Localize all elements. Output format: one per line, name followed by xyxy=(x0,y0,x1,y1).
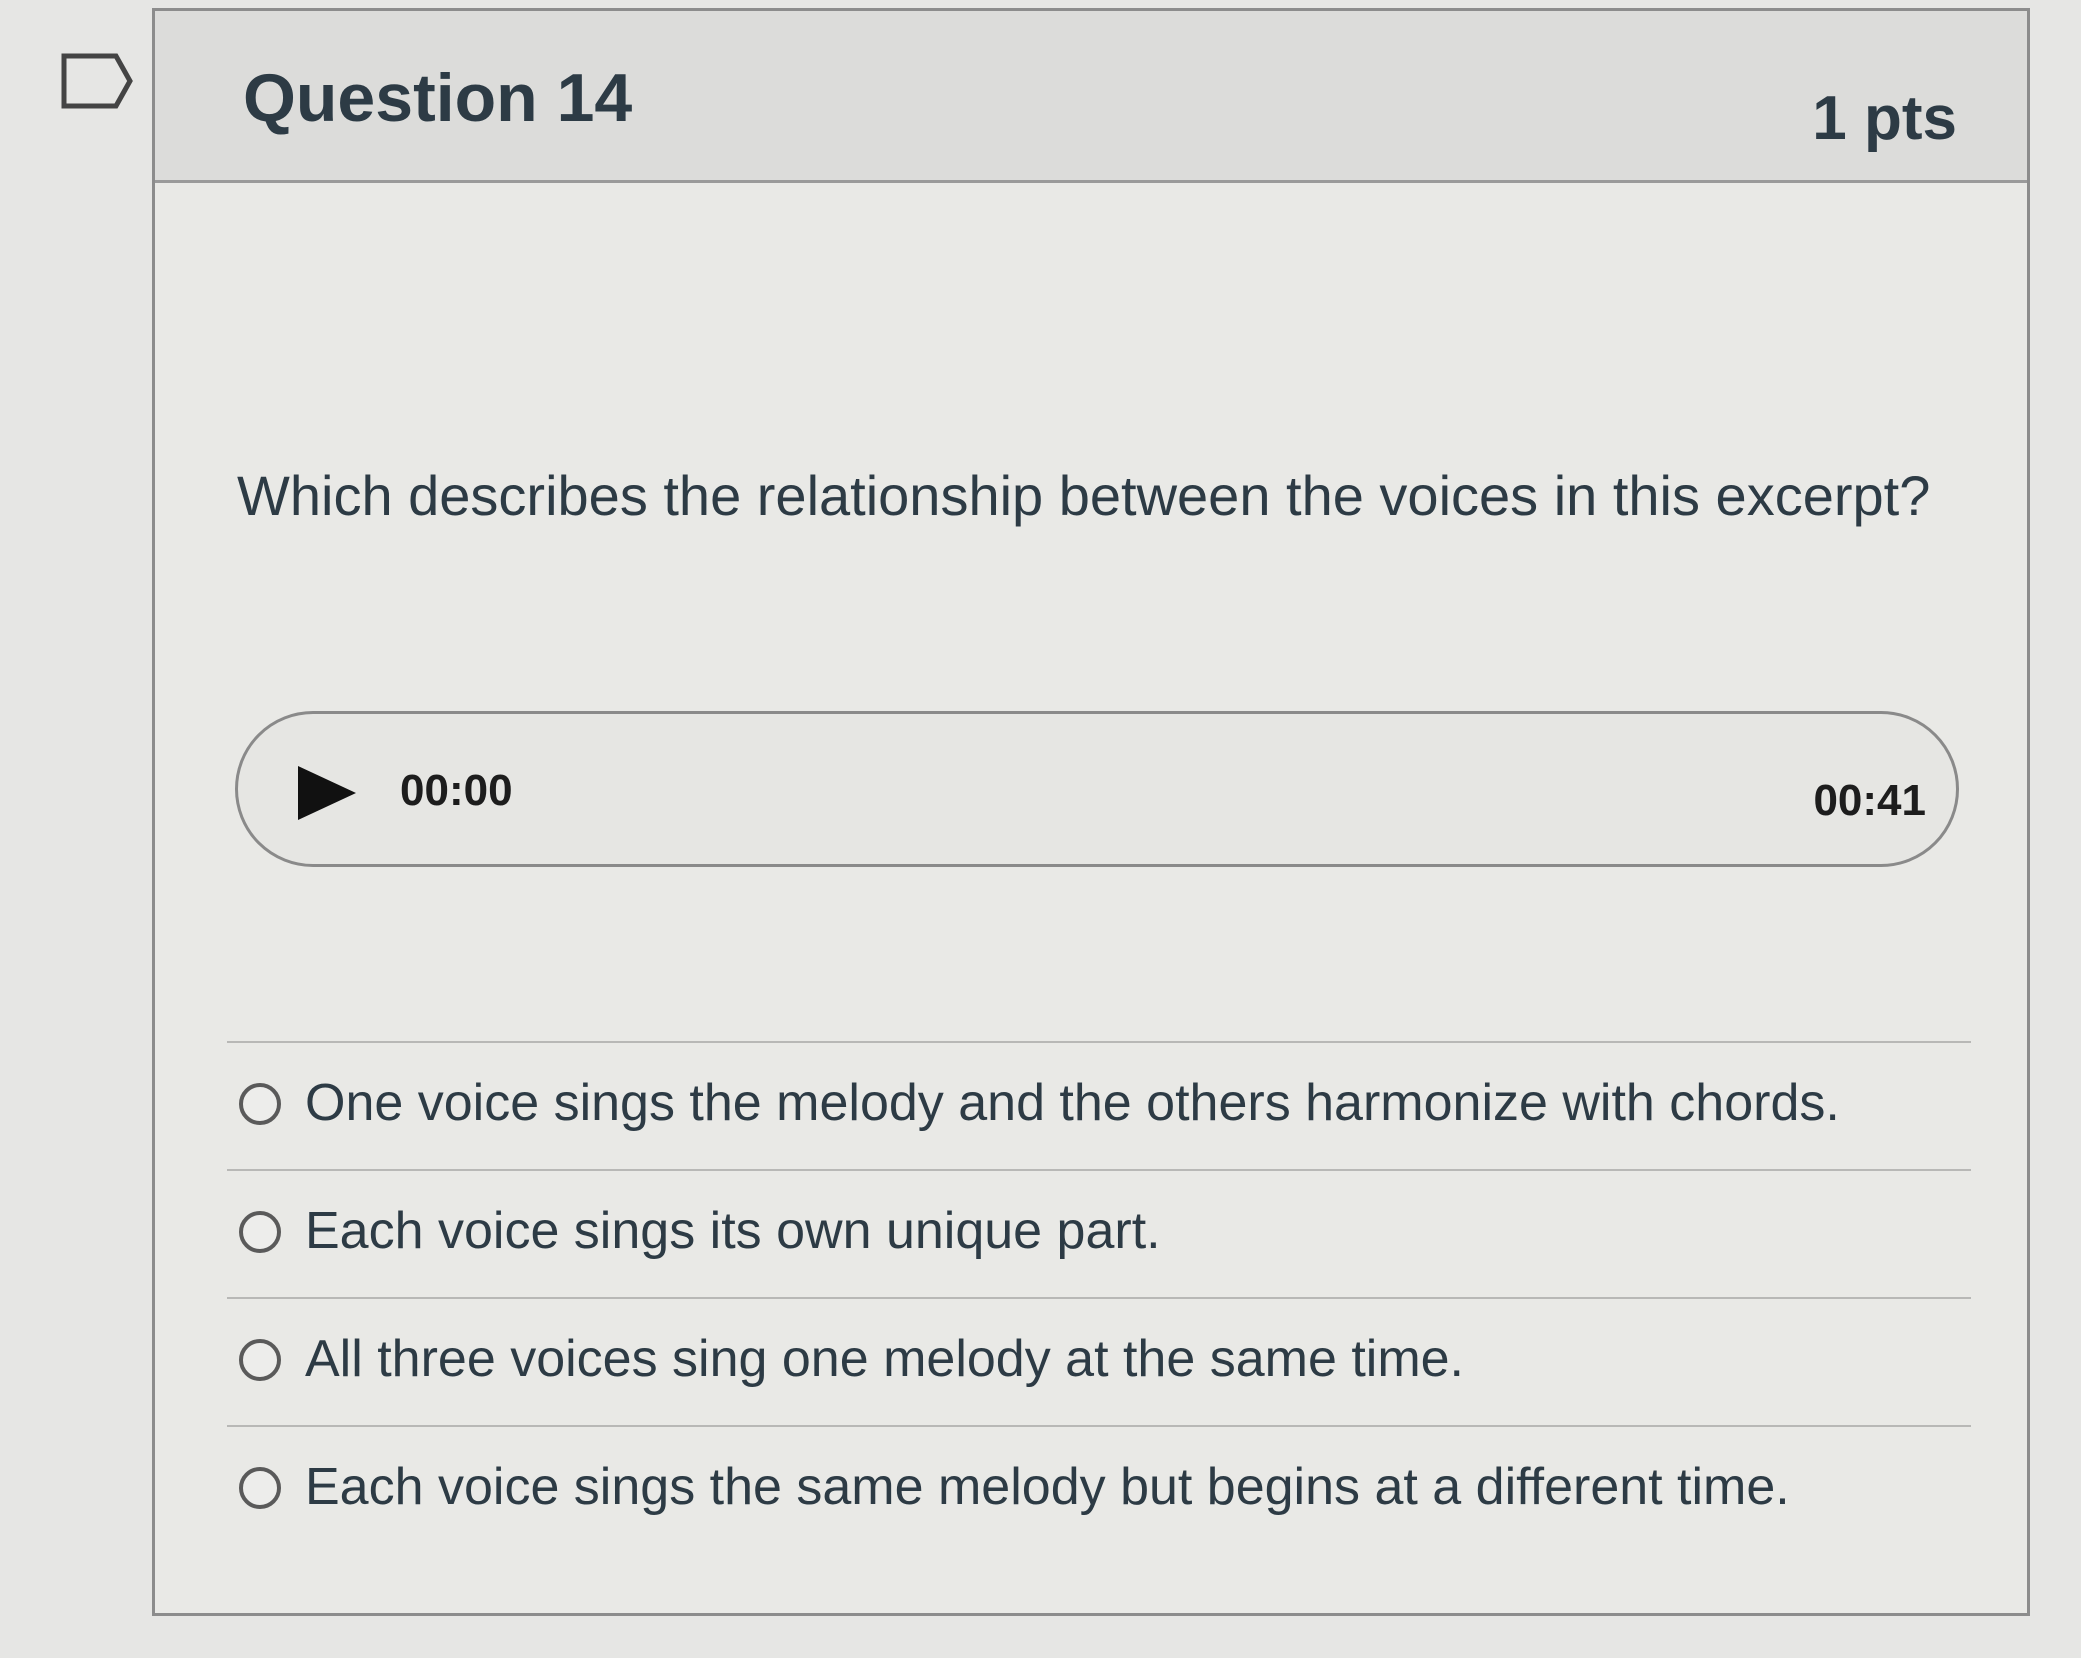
play-icon[interactable] xyxy=(296,764,358,822)
answer-label: One voice sings the melody and the other… xyxy=(305,1074,1840,1132)
answer-label: Each voice sings the same melody but beg… xyxy=(305,1458,1790,1516)
answer-option[interactable]: Each voice sings the same melody but beg… xyxy=(227,1427,1971,1553)
radio-button[interactable] xyxy=(239,1211,281,1253)
flag-question-icon[interactable] xyxy=(60,52,134,110)
audio-player: 00:00 00:41 xyxy=(235,711,1959,867)
question-points: 1 pts xyxy=(1812,84,1957,153)
duration: 00:41 xyxy=(1813,776,1926,825)
answer-option[interactable]: All three voices sing one melody at the … xyxy=(227,1299,1971,1427)
answer-list: One voice sings the melody and the other… xyxy=(227,1041,1971,1553)
answer-option[interactable]: Each voice sings its own unique part. xyxy=(227,1171,1971,1299)
current-time: 00:00 xyxy=(400,766,513,815)
answer-option[interactable]: One voice sings the melody and the other… xyxy=(227,1043,1971,1171)
answer-label: All three voices sing one melody at the … xyxy=(305,1330,1465,1388)
question-card: Question 14 1 pts Which describes the re… xyxy=(152,8,2030,1616)
question-title: Question 14 xyxy=(243,60,633,136)
answer-label: Each voice sings its own unique part. xyxy=(305,1202,1161,1260)
question-header: Question 14 1 pts xyxy=(155,11,2027,183)
radio-button[interactable] xyxy=(239,1339,281,1381)
question-text: Which describes the relationship between… xyxy=(237,464,1931,527)
radio-button[interactable] xyxy=(239,1083,281,1125)
radio-button[interactable] xyxy=(239,1467,281,1509)
